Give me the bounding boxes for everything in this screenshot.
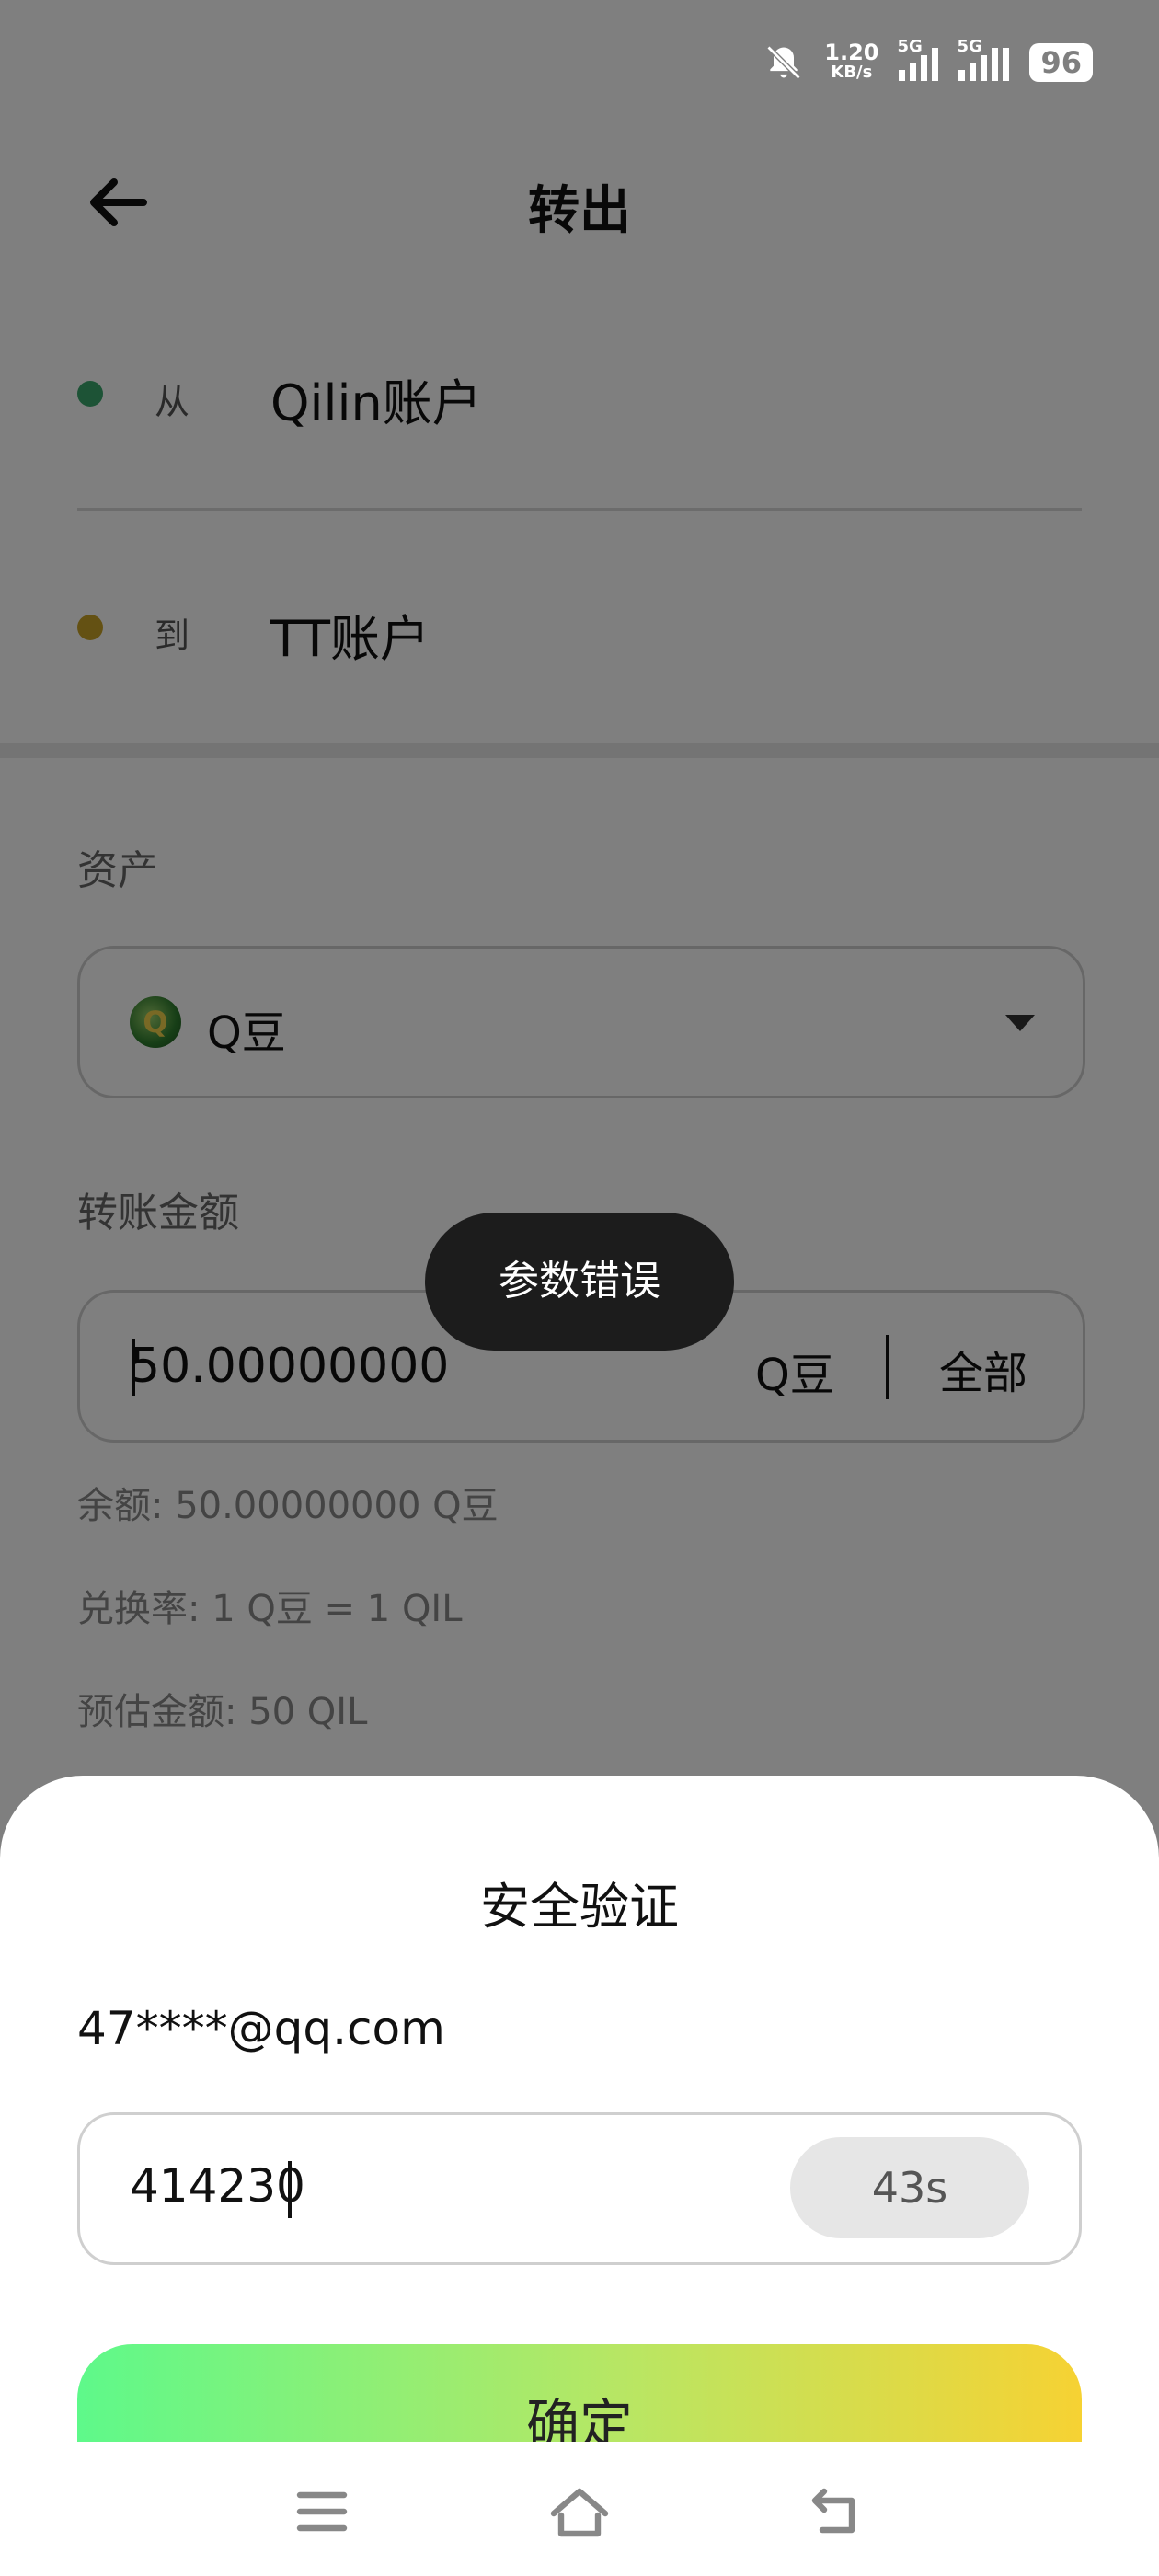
net-speed-value: 1.20 (824, 40, 879, 65)
sim2-label: 5G (957, 37, 982, 56)
mute-bell-icon (766, 45, 801, 80)
verify-email: 47****@qq.com (77, 2002, 445, 2055)
signal-icon: 5G (957, 37, 1010, 81)
verification-code-input[interactable]: 414230 (130, 2159, 305, 2213)
menu-icon[interactable] (285, 2475, 359, 2548)
net-speed-unit: KB/s (831, 63, 873, 82)
battery-icon: 96 (1029, 43, 1093, 82)
sheet-title: 安全验证 (480, 1878, 679, 1936)
status-icons: 1.20 KB/s 5G 5G 96 (763, 37, 1093, 88)
back-icon[interactable] (800, 2475, 874, 2548)
home-icon[interactable] (543, 2475, 616, 2548)
error-toast: 参数错误 (425, 1213, 734, 1351)
verification-code-field[interactable]: 414230 43s (77, 2112, 1082, 2265)
net-speed: 1.20 KB/s (824, 40, 879, 83)
resend-countdown-button[interactable]: 43s (790, 2137, 1029, 2238)
system-nav-bar (0, 2442, 1159, 2576)
text-cursor (288, 2161, 292, 2218)
signal-icon: 5G (897, 37, 939, 81)
sim1-label: 5G (897, 37, 923, 56)
